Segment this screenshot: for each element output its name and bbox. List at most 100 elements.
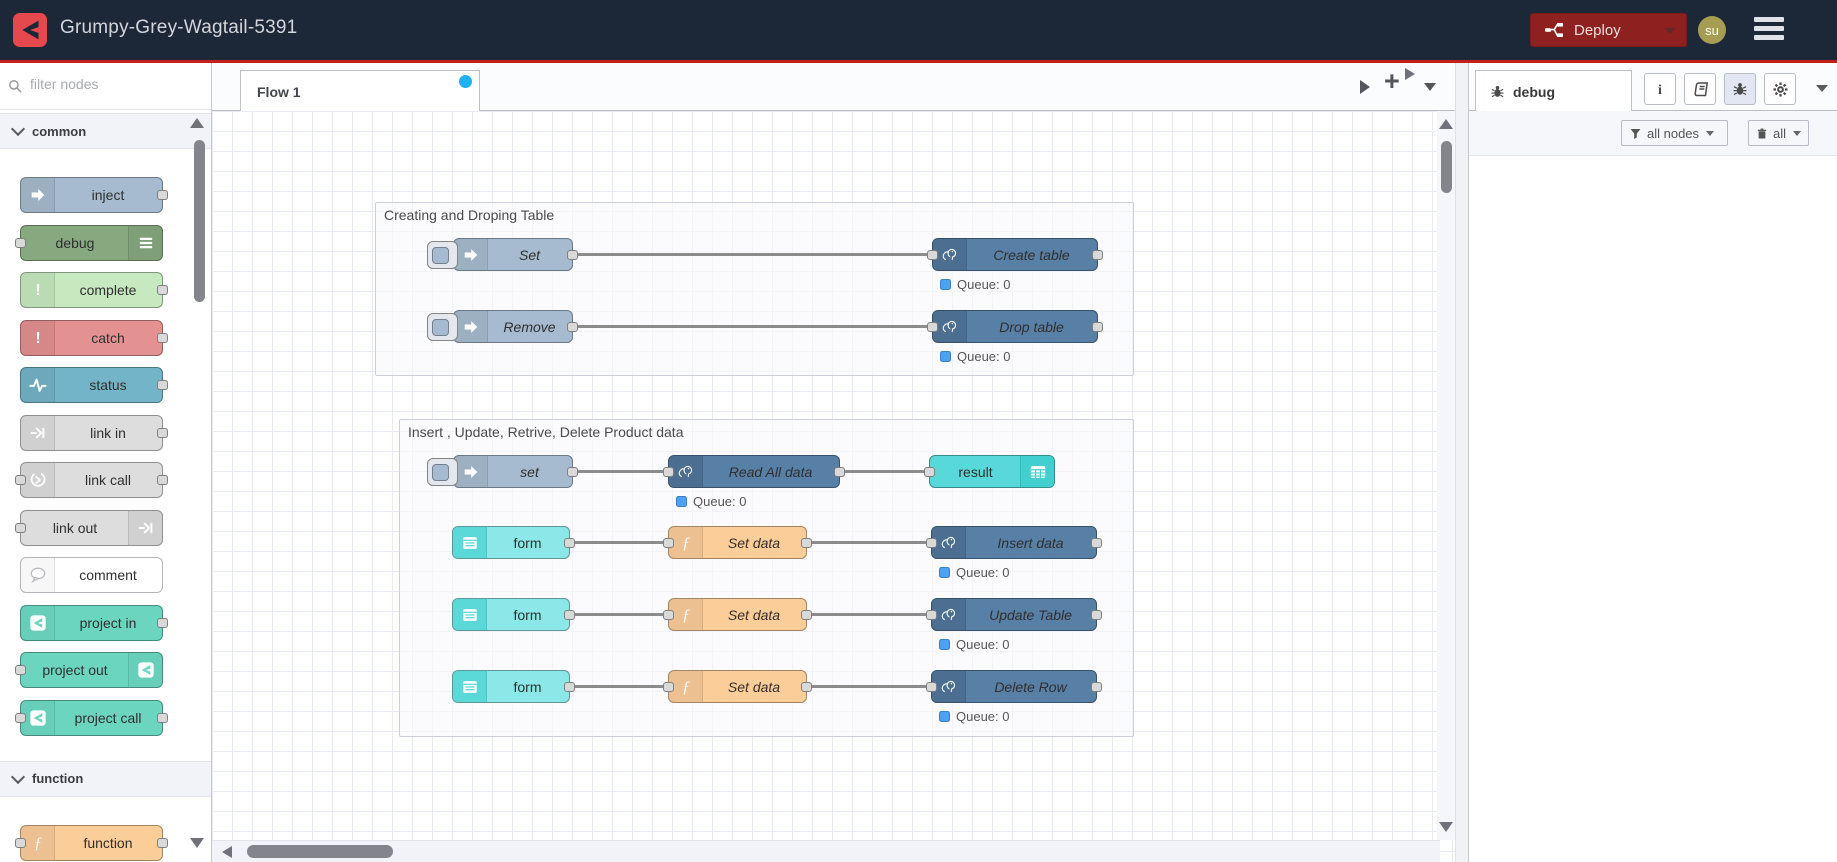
wire[interactable] [566,613,673,616]
output-port[interactable] [157,190,168,200]
scroll-left-arrow[interactable] [222,846,232,858]
deploy-button[interactable]: Deploy [1530,13,1687,47]
user-avatar[interactable]: su [1698,16,1726,44]
category-common[interactable]: common [0,113,211,149]
output-port[interactable] [157,837,168,848]
deploy-options-caret[interactable] [1665,28,1675,34]
wire[interactable] [569,253,937,256]
output-port[interactable] [834,466,845,477]
inject-button[interactable] [427,241,458,269]
output-port[interactable] [1091,609,1102,620]
output-port[interactable] [1091,537,1102,548]
scroll-up-arrow[interactable] [1439,119,1453,129]
palette-node-inject[interactable]: inject [20,177,168,213]
input-port[interactable] [927,321,938,332]
output-port[interactable] [564,609,575,620]
output-port[interactable] [564,537,575,548]
wire[interactable] [566,685,673,688]
inject-button[interactable] [427,313,458,341]
output-port[interactable] [157,617,168,628]
output-port[interactable] [1091,681,1102,692]
wire[interactable] [803,541,936,544]
input-port[interactable] [926,681,937,692]
sidebar-menu-caret[interactable] [1816,85,1828,92]
flow-node-inject-set[interactable]: Set [427,238,578,271]
flow-node-pg-drop-table[interactable]: Drop table [927,310,1103,343]
open-flow-list-icon[interactable] [1360,80,1370,94]
input-port[interactable] [663,609,674,620]
flow-node-form-1[interactable]: form [452,526,575,559]
output-port[interactable] [567,321,578,332]
config-sidebar-button[interactable] [1764,73,1796,105]
flow-node-pg-read-all-data[interactable]: Read All data [663,455,845,488]
output-port[interactable] [157,285,168,295]
output-port[interactable] [1092,321,1103,332]
input-port[interactable] [926,537,937,548]
wire[interactable] [569,470,673,473]
add-flow-button[interactable]: + [1384,68,1400,95]
palette-scroll-down-arrow[interactable] [190,838,204,848]
debug-sidebar-button[interactable] [1724,73,1756,105]
input-port[interactable] [15,837,26,848]
wire[interactable] [803,685,936,688]
filter-nodes-dropdown[interactable]: all nodes [1621,120,1728,146]
flow-node-inject-set-2[interactable]: set [427,455,578,488]
output-port[interactable] [801,681,812,692]
output-port[interactable] [567,249,578,260]
flow-node-pg-insert-data[interactable]: Insert data [926,526,1102,559]
output-port[interactable] [157,380,168,390]
flow-node-form-3[interactable]: form [452,670,575,703]
input-port[interactable] [926,609,937,620]
output-port[interactable] [157,332,168,343]
clear-debug-dropdown[interactable]: all [1748,120,1809,146]
input-port[interactable] [15,475,26,485]
info-sidebar-button[interactable]: i [1644,73,1676,105]
sidebar-splitter[interactable] [1455,63,1468,862]
help-sidebar-button[interactable] [1684,73,1716,105]
wire[interactable] [803,613,936,616]
palette-node-complete[interactable]: ! complete [20,272,168,308]
palette-scroll-up-arrow[interactable] [190,118,204,128]
scroll-right-arrow[interactable] [1405,68,1415,80]
palette-node-project-call[interactable]: project call [15,699,168,736]
input-port[interactable] [924,466,935,477]
flow-node-pg-create-table[interactable]: Create table [927,238,1103,271]
palette-node-debug[interactable]: debug [15,224,163,261]
input-port[interactable] [663,466,674,477]
app-logo-icon[interactable] [13,13,47,47]
wire[interactable] [569,325,937,328]
palette-node-project-in[interactable]: project in [20,604,168,641]
palette-node-function[interactable]: ƒ function [15,824,168,861]
output-port[interactable] [567,466,578,477]
palette-scrollbar-thumb[interactable] [194,140,205,302]
palette-node-link-call[interactable]: link call [15,462,168,498]
flow-node-fx-set-data-2[interactable]: ƒ Set data [663,598,812,631]
output-port[interactable] [1092,249,1103,260]
input-port[interactable] [663,681,674,692]
group-creating-and-droping-table[interactable]: Creating and Droping Table [375,202,1134,376]
flow-node-inject-remove[interactable]: Remove [427,310,578,343]
tab-flow-1[interactable]: Flow 1 [240,70,480,112]
wire[interactable] [836,470,934,473]
tab-debug[interactable]: debug [1475,70,1632,112]
palette-node-status[interactable]: status [20,367,168,403]
flow-node-pg-update-table[interactable]: Update Table [926,598,1102,631]
input-port[interactable] [927,249,938,260]
flow-node-form-2[interactable]: form [452,598,575,631]
output-port[interactable] [801,537,812,548]
input-port[interactable] [15,522,26,533]
wire[interactable] [566,541,673,544]
input-port[interactable] [15,237,26,248]
scroll-down-arrow[interactable] [1439,822,1453,832]
palette-node-comment[interactable]: comment [20,557,163,593]
palette-node-project-out[interactable]: project out [15,652,163,688]
palette-node-link-out[interactable]: link out [15,509,163,546]
vscrollbar-thumb[interactable] [1441,141,1452,193]
palette-node-link-in[interactable]: link in [20,414,168,451]
flow-menu-caret[interactable] [1424,83,1436,91]
input-port[interactable] [15,712,26,723]
input-port[interactable] [15,665,26,675]
hscrollbar-thumb[interactable] [247,845,393,858]
inject-button[interactable] [427,458,458,486]
flow-node-fx-set-data-3[interactable]: ƒ Set data [663,670,812,703]
